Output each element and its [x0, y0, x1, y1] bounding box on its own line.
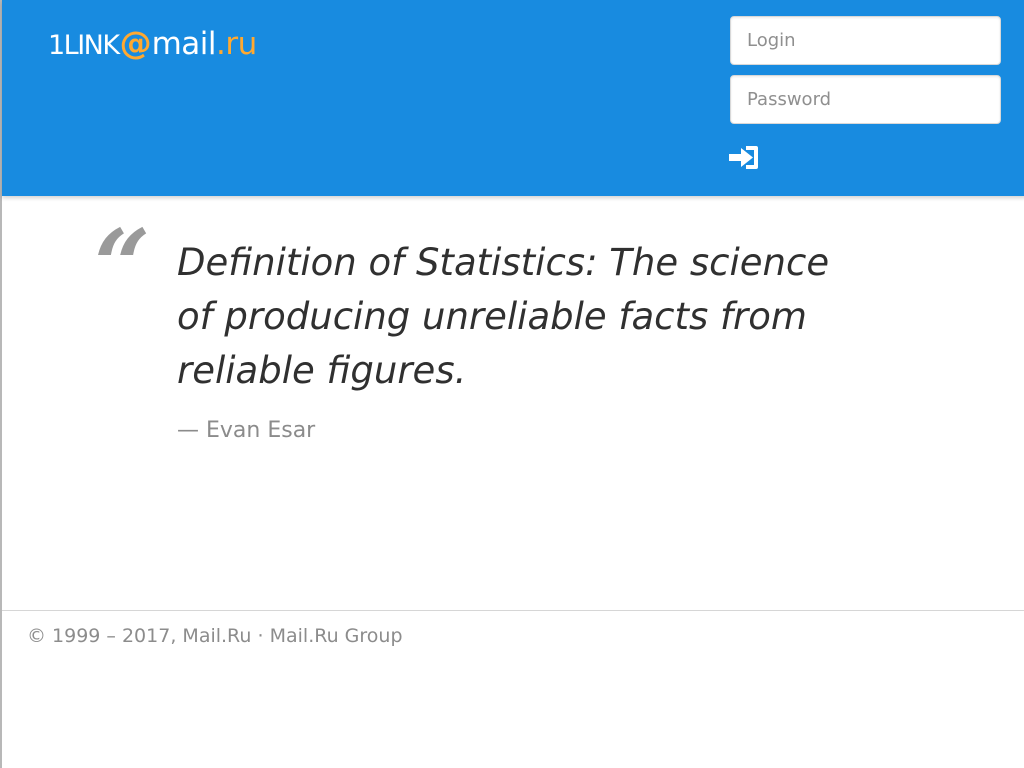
- logo-mail-text: mail: [151, 26, 217, 62]
- footer-divider: [2, 610, 1024, 611]
- quote-author: — Evan Esar: [177, 418, 316, 443]
- signin-button[interactable]: [729, 141, 763, 173]
- sign-in-arrow-icon: [729, 145, 759, 170]
- footer: © 1999 – 2017, Mail.Ru · Mail.Ru Group: [27, 623, 403, 649]
- logo-ru-text: .ru: [216, 26, 257, 62]
- mail-ru-link[interactable]: Mail.Ru: [182, 625, 251, 647]
- footer-separator: ·: [257, 625, 264, 647]
- page: 1LINK @ mail .ru “ Definition of Statist…: [0, 0, 1024, 768]
- quote-mark-icon: “: [94, 209, 151, 324]
- logo-link[interactable]: 1LINK @ mail .ru: [48, 27, 257, 63]
- quote-text: Definition of Statistics: The science of…: [177, 241, 830, 392]
- copyright-text: © 1999 – 2017,: [27, 625, 177, 647]
- logo-at-symbol: @: [119, 24, 152, 62]
- logo-prefix: 1LINK: [48, 30, 120, 61]
- login-input[interactable]: [730, 16, 1001, 65]
- password-input[interactable]: [730, 75, 1001, 124]
- header-bar: 1LINK @ mail .ru: [2, 0, 1024, 196]
- mail-ru-group-link[interactable]: Mail.Ru Group: [270, 625, 403, 647]
